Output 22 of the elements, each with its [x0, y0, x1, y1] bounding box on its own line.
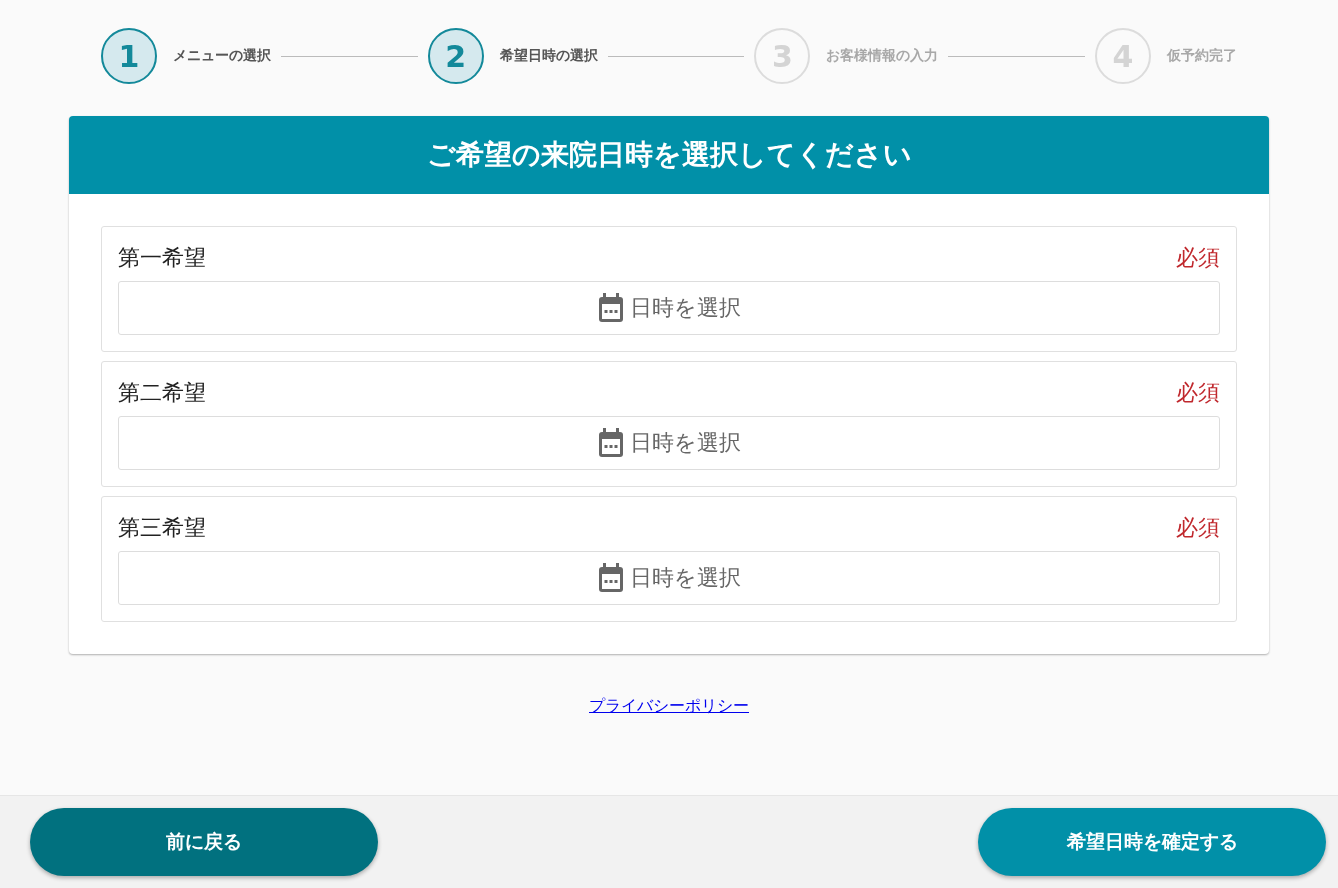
required-label: 必須	[1176, 514, 1220, 542]
calendar-icon	[597, 563, 624, 593]
step-label: メニューの選択	[173, 47, 271, 65]
date-picker-field[interactable]: 日時を選択	[118, 416, 1220, 470]
card-title: ご希望の来院日時を選択してください	[69, 116, 1269, 194]
choice-label: 第二希望	[118, 379, 206, 407]
step-label: お客様情報の入力	[826, 47, 939, 65]
step-label: 仮予約完了	[1167, 47, 1237, 65]
required-label: 必須	[1176, 379, 1220, 407]
required-label: 必須	[1176, 244, 1220, 272]
step-number: 2	[427, 28, 484, 84]
date-picker-field[interactable]: 日時を選択	[118, 281, 1220, 335]
step-label: 希望日時の選択	[499, 47, 598, 65]
choice-label: 第一希望	[118, 244, 206, 272]
calendar-icon	[597, 428, 624, 458]
back-button[interactable]: 前に戻る	[30, 808, 378, 876]
calendar-icon	[597, 293, 624, 323]
privacy-policy-link[interactable]: プライバシーポリシー	[589, 696, 749, 717]
confirm-button[interactable]: 希望日時を確定する	[978, 808, 1326, 876]
step-number: 1	[101, 28, 157, 84]
choice-label: 第三希望	[118, 514, 206, 542]
date-picker-field[interactable]: 日時を選択	[118, 551, 1220, 605]
